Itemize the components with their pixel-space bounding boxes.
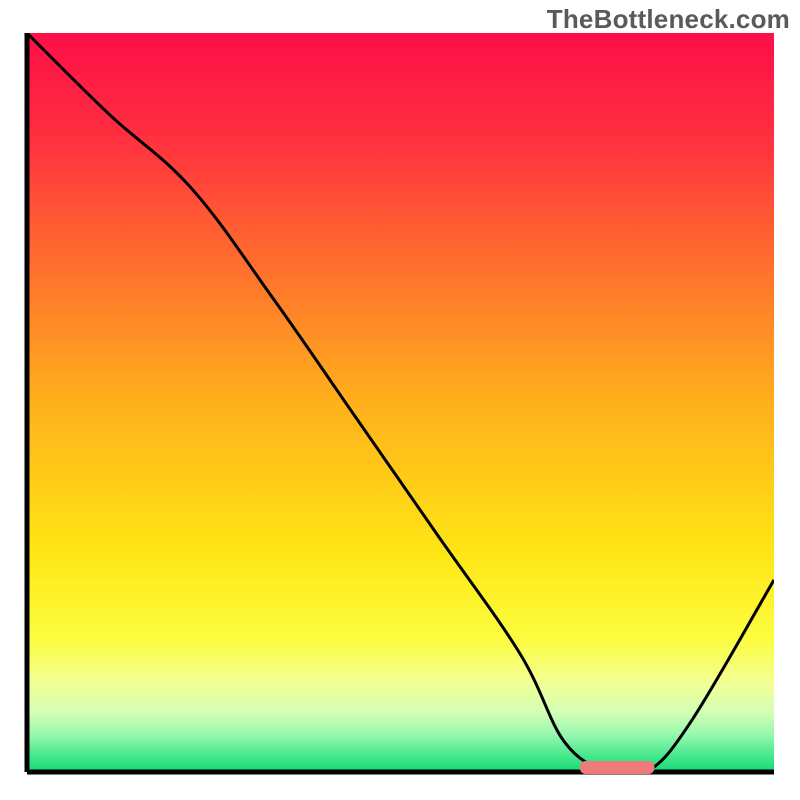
plot-background: [27, 33, 774, 772]
chart-container: TheBottleneck.com: [0, 0, 800, 800]
bottleneck-chart: [0, 0, 800, 800]
optimal-zone-marker: [580, 761, 655, 774]
watermark-text: TheBottleneck.com: [547, 4, 790, 35]
